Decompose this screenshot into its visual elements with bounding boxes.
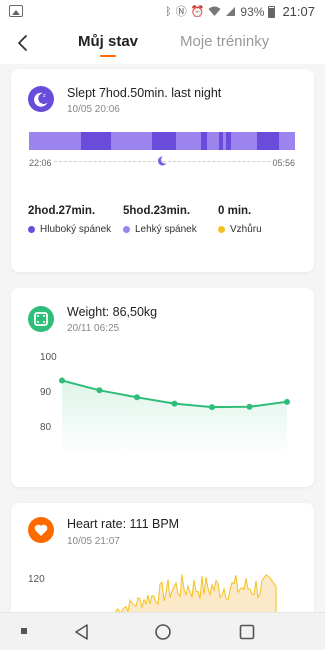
status-bar: ᛒ Ⓝ ⏰ 93% 21:07 [0,0,325,24]
heart-title: Heart rate: 111 BPM [67,517,180,531]
battery-icon [268,5,276,18]
weight-chart: 100 90 80 [40,353,290,456]
light-sleep-dot [123,226,130,233]
overview-square-icon[interactable] [237,622,257,642]
nfc-icon: Ⓝ [175,5,187,18]
image-icon [9,5,23,17]
heart-icon [28,517,54,543]
data-point [284,398,290,405]
system-nav-bar [0,612,325,650]
bluetooth-icon: ᛒ [165,5,172,18]
clock: 21:07 [282,4,315,19]
light-sleep-legend: Lehký spánek [123,224,197,235]
scale-icon [28,306,54,332]
y-tick-label: 90 [40,387,52,398]
sleep-title: Slept 7hod.50min. last night [67,86,222,100]
weight-date: 20/11 06:25 [67,323,120,334]
sleep-stage-bar [29,132,295,150]
y-tick-label: 100 [40,353,57,363]
signal-icon [226,7,236,16]
sleep-card[interactable]: z Slept 7hod.50min. last night 10/05 20:… [11,69,314,272]
weight-title: Weight: 86,50kg [67,305,158,319]
back-arrow-icon[interactable] [14,34,32,52]
sleep-end-time: 05:56 [270,158,297,168]
status-icons: ᛒ Ⓝ ⏰ 93% 21:07 [165,4,315,19]
sleep-date: 10/05 20:06 [67,104,120,115]
tab-muj-stav[interactable]: Můj stav [78,33,138,57]
svg-text:z: z [43,93,46,99]
awake-value: 0 min. [218,205,252,217]
battery-percent: 93% [240,4,265,19]
moon-icon: z [28,86,54,112]
awake-label: Vzhůru [230,224,262,235]
recent-dot-icon[interactable] [15,622,35,642]
timeline-moon-icon [157,156,167,166]
deep-sleep-dot [28,226,35,233]
deep-sleep-legend: Hluboký spánek [28,224,111,235]
tab-moje-treninky[interactable]: Moje tréninky [180,33,269,50]
awake-dot [218,226,225,233]
data-point [171,400,178,407]
awake-legend: Vzhůru [218,224,262,235]
weight-area [62,380,287,456]
data-point [96,387,103,394]
data-point [59,377,65,384]
top-bar: Můj stav Moje tréninky [0,24,325,64]
data-point [209,404,215,411]
wifi-icon [208,6,221,16]
light-sleep-value: 5hod.23min. [123,205,191,217]
y-tick-label: 80 [40,422,52,433]
home-circle-icon[interactable] [153,622,173,642]
light-sleep-label: Lehký spánek [135,224,197,235]
y-tick-label: 120 [28,574,45,585]
sleep-start-time: 22:06 [27,158,54,168]
alarm-icon: ⏰ [190,5,205,18]
deep-sleep-label: Hluboký spánek [40,224,112,235]
deep-sleep-value: 2hod.27min. [28,205,96,217]
heart-date: 10/05 21:07 [67,536,120,547]
heart-rate-card[interactable]: Heart rate: 111 BPM 10/05 21:07 120 [11,503,314,623]
back-triangle-icon[interactable] [72,622,92,642]
weight-card[interactable]: Weight: 86,50kg 20/11 06:25 100 90 80 [11,288,314,487]
data-point [134,394,140,401]
data-point [246,403,253,410]
